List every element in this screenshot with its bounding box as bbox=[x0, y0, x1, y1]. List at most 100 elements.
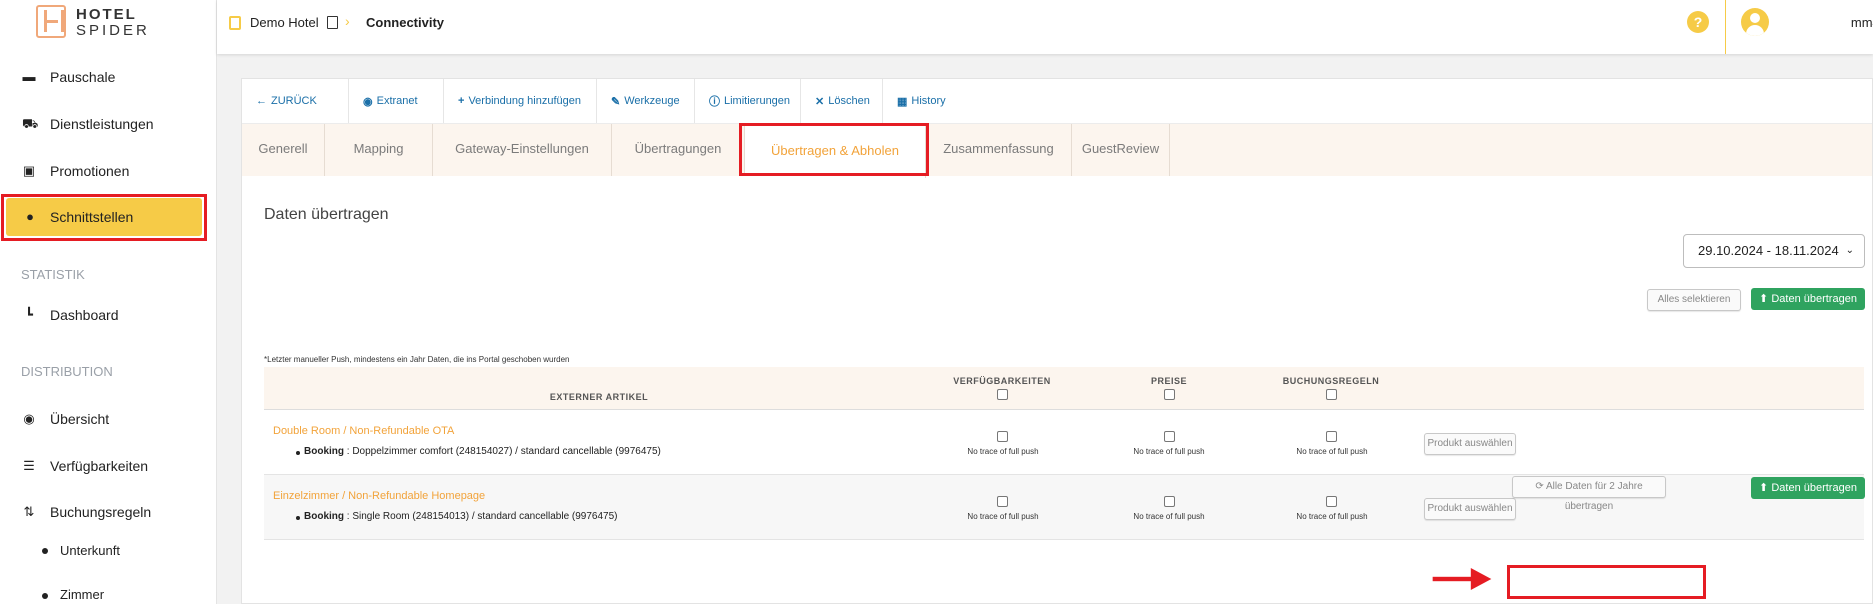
history-button[interactable]: ▦ History bbox=[883, 79, 965, 123]
sidebar-item-dashboard[interactable]: ┗ Dashboard bbox=[0, 298, 216, 332]
plus-icon: + bbox=[458, 95, 465, 107]
add-connection-button[interactable]: + Verbindung hinzufügen bbox=[444, 79, 597, 123]
sidebar-item-uebersicht[interactable]: ◉ Übersicht bbox=[0, 402, 216, 436]
breadcrumb-page: Connectivity bbox=[366, 15, 445, 30]
table-row: Double Room / Non-Refundable OTA Booking… bbox=[264, 410, 1864, 475]
rules-checkbox[interactable] bbox=[1326, 431, 1337, 442]
bullet-icon bbox=[296, 451, 300, 455]
chart-icon: ┗ bbox=[25, 307, 33, 322]
divider bbox=[1725, 0, 1726, 54]
user-name[interactable]: mm43 bbox=[1847, 15, 1873, 30]
avatar[interactable] bbox=[1741, 8, 1769, 36]
box-icon: ▬ bbox=[22, 69, 36, 84]
extranet-button[interactable]: ◉ Extranet bbox=[349, 79, 444, 123]
date-range-picker[interactable]: 29.10.2024 - 18.11.2024 ⌄ bbox=[1683, 234, 1865, 268]
header-prices: PREISE bbox=[1150, 376, 1187, 386]
copy-icon[interactable] bbox=[327, 16, 338, 29]
sidebar-item-label: Übersicht bbox=[50, 411, 110, 427]
availability-checkbox[interactable] bbox=[997, 496, 1008, 507]
bullet-icon bbox=[296, 516, 300, 520]
sidebar-item-label: Dashboard bbox=[50, 307, 119, 323]
close-icon: ✕ bbox=[815, 95, 825, 108]
tab-guestreview[interactable]: GuestReview bbox=[1072, 124, 1170, 176]
prices-checkbox[interactable] bbox=[1164, 496, 1175, 507]
top-bar: Demo Hotel › Connectivity ? mm43 bbox=[217, 0, 1873, 54]
globe-icon: ◉ bbox=[363, 95, 373, 108]
sidebar-item-label: Buchungsregeln bbox=[50, 504, 152, 520]
select-all-rules-checkbox[interactable] bbox=[1326, 389, 1337, 400]
header-availability: VERFÜGBARKEITEN bbox=[953, 376, 1051, 386]
section-distribution: DISTRIBUTION bbox=[21, 364, 113, 379]
sort-icon: ⇅ bbox=[23, 504, 35, 519]
select-all-button[interactable]: Alles selektieren bbox=[1647, 289, 1741, 311]
help-icon[interactable]: ? bbox=[1687, 11, 1709, 33]
push-two-years-button[interactable]: ⟳ Alle Daten für 2 Jahre übertragen bbox=[1512, 476, 1666, 512]
sidebar-item-label: Promotionen bbox=[50, 163, 130, 179]
delete-button[interactable]: ✕ Löschen bbox=[801, 79, 883, 123]
rules-checkbox[interactable] bbox=[1326, 496, 1337, 507]
trace-text: No trace of full push bbox=[1296, 512, 1368, 521]
sidebar-item-verfuegbarkeiten[interactable]: ☰ Verfügbarkeiten bbox=[0, 449, 216, 483]
upload-icon: ⬆ bbox=[1759, 293, 1772, 305]
gift-icon: ▣ bbox=[22, 163, 36, 178]
main-card: ← ZURÜCK ◉ Extranet + Verbindung hinzufügen… bbox=[241, 78, 1873, 604]
list-icon: ☰ bbox=[23, 458, 35, 473]
highlight-box-sidebar bbox=[1, 194, 207, 241]
red-arrow-icon bbox=[1432, 568, 1492, 590]
trace-text: No trace of full push bbox=[1133, 512, 1205, 521]
upload-icon: ⬆ bbox=[1759, 482, 1772, 494]
availability-checkbox[interactable] bbox=[997, 431, 1008, 442]
article-detail: Booking : Doppelzimmer comfort (24815402… bbox=[304, 446, 661, 457]
tools-button[interactable]: ✎ Werkzeuge bbox=[597, 79, 695, 123]
bullet-icon bbox=[42, 548, 48, 554]
logo-line2: SPIDER bbox=[76, 22, 150, 39]
article-name[interactable]: Einzelzimmer / Non-Refundable Homepage bbox=[273, 490, 485, 502]
tab-zusammenfassung[interactable]: Zusammenfassung bbox=[926, 124, 1072, 176]
cart-icon: ⛟ bbox=[22, 116, 39, 131]
select-product-button[interactable]: Produkt auswählen bbox=[1424, 498, 1516, 520]
sidebar-subitem-zimmer[interactable]: Zimmer bbox=[60, 587, 104, 602]
trace-text: No trace of full push bbox=[967, 512, 1039, 521]
hotel-spider-logo[interactable]: HOTEL SPIDER bbox=[36, 5, 147, 41]
eye-icon: ◉ bbox=[23, 411, 35, 426]
tab-gateway-einstellungen[interactable]: Gateway-Einstellungen bbox=[433, 124, 612, 176]
tab-uebertragungen[interactable]: Übertragungen bbox=[612, 124, 745, 176]
bullet-icon bbox=[42, 593, 48, 599]
chevron-down-icon: ⌄ bbox=[1845, 245, 1854, 256]
back-button[interactable]: ← ZURÜCK bbox=[242, 79, 349, 123]
breadcrumb-hotel[interactable]: Demo Hotel bbox=[250, 15, 319, 30]
sidebar-item-pauschale[interactable]: ▬ Pauschale bbox=[0, 60, 216, 94]
select-all-availability-checkbox[interactable] bbox=[997, 389, 1008, 400]
sidebar: HOTEL SPIDER ▬ Pauschale ⛟ Dienstleistun… bbox=[0, 0, 217, 604]
refresh-icon: ⟳ bbox=[1535, 481, 1546, 492]
highlight-box-tab bbox=[739, 123, 929, 176]
section-statistik: STATISTIK bbox=[21, 267, 85, 282]
push-data-button[interactable]: ⬆ Daten übertragen bbox=[1751, 288, 1865, 310]
article-detail: Booking : Single Room (248154013) / stan… bbox=[304, 511, 618, 522]
sidebar-item-label: Pauschale bbox=[50, 69, 116, 85]
trace-text: No trace of full push bbox=[1133, 447, 1205, 456]
highlight-box-push bbox=[1507, 565, 1706, 599]
tab-mapping[interactable]: Mapping bbox=[325, 124, 433, 176]
limitations-button[interactable]: ⓘ Limitierungen bbox=[695, 79, 801, 123]
calendar-icon: ▦ bbox=[897, 95, 908, 108]
header-rules: BUCHUNGSREGELN bbox=[1282, 376, 1380, 386]
sidebar-subitem-unterkunft[interactable]: Unterkunft bbox=[60, 543, 120, 558]
info-icon: ⓘ bbox=[709, 96, 720, 108]
sidebar-item-buchungsregeln[interactable]: ⇅ Buchungsregeln bbox=[0, 495, 216, 529]
hotel-icon bbox=[229, 16, 241, 30]
push-data-bottom-button[interactable]: ⬆ Daten übertragen bbox=[1751, 477, 1865, 499]
article-name[interactable]: Double Room / Non-Refundable OTA bbox=[273, 425, 454, 437]
arrow-left-icon: ← bbox=[256, 95, 267, 107]
section-title: Daten übertragen bbox=[264, 206, 389, 223]
prices-checkbox[interactable] bbox=[1164, 431, 1175, 442]
action-toolbar: ← ZURÜCK ◉ Extranet + Verbindung hinzufügen… bbox=[242, 79, 965, 123]
sidebar-item-dienstleistungen[interactable]: ⛟ Dienstleistungen bbox=[0, 107, 216, 141]
sidebar-item-promotionen[interactable]: ▣ Promotionen bbox=[0, 154, 216, 188]
trace-text: No trace of full push bbox=[967, 447, 1039, 456]
select-all-prices-checkbox[interactable] bbox=[1164, 389, 1175, 400]
trace-text: No trace of full push bbox=[1296, 447, 1368, 456]
sidebar-item-label: Verfügbarkeiten bbox=[50, 458, 149, 474]
select-product-button[interactable]: Produkt auswählen bbox=[1424, 433, 1516, 455]
tab-generell[interactable]: Generell bbox=[242, 124, 325, 176]
